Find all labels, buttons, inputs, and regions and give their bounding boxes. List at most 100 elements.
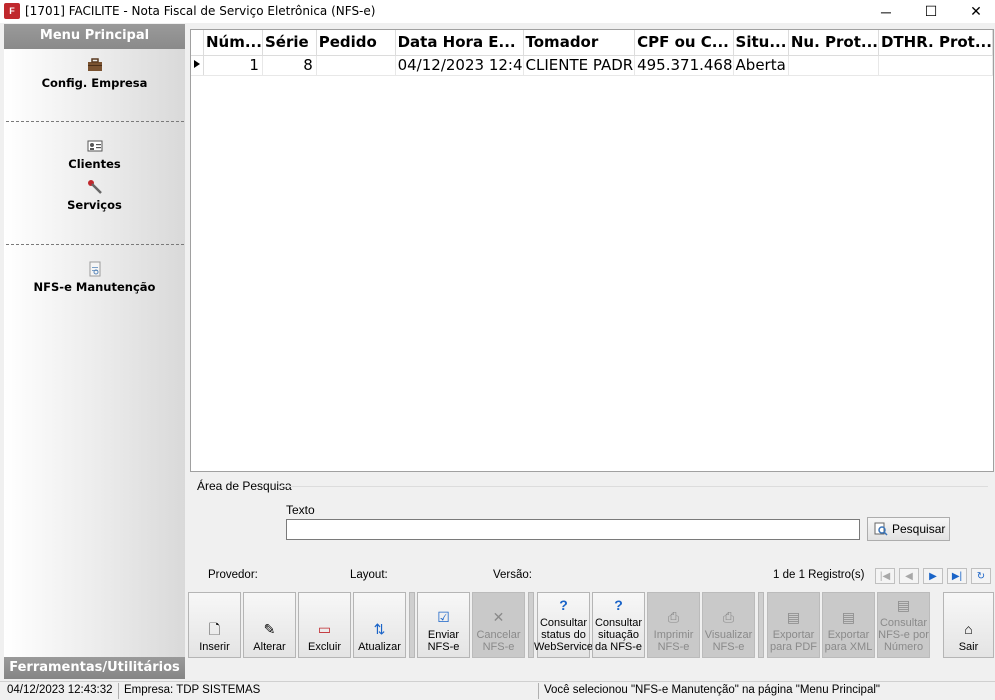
row-selector-icon <box>191 55 204 76</box>
cancelar-nfse-button[interactable]: ✕ Cancelar NFS-e <box>472 592 525 658</box>
document-icon <box>89 261 100 277</box>
status-message: Você selecionou "NFS-e Manutenção" na pá… <box>544 684 880 696</box>
first-record-icon[interactable]: |◀ <box>875 568 895 584</box>
previous-record-icon[interactable]: ◀ <box>899 568 919 584</box>
cell-dthr-prot[interactable] <box>878 55 994 76</box>
exportar-xml-label: Exportar para XML <box>824 629 873 653</box>
cell-tomador[interactable]: CLIENTE PADR <box>523 55 636 76</box>
column-header-nu-prot[interactable]: Nu. Prot... <box>788 30 879 56</box>
table-row[interactable]: 1 8 04/12/2023 12:4 CLIENTE PADR 495.371… <box>191 55 994 76</box>
sair-button[interactable]: ⌂ Sair <box>943 592 994 658</box>
search-input[interactable] <box>286 519 860 540</box>
search-icon <box>874 522 888 536</box>
maximize-button[interactable]: ☐ <box>908 0 954 23</box>
column-header-serie[interactable]: Série <box>262 30 317 56</box>
next-record-icon[interactable]: ▶ <box>923 568 943 584</box>
search-file-icon: ▤ <box>896 597 911 613</box>
visualizar-label: Visualizar NFS-e <box>704 629 753 653</box>
atualizar-button[interactable]: ⇅ Atualizar <box>353 592 406 658</box>
send-checkmark-icon: ☑ <box>437 609 450 625</box>
status-divider <box>538 683 539 699</box>
layout-label: Layout: <box>350 569 388 581</box>
action-toolbar: 🗋 Inserir ✎ Alterar ▭ Excluir ⇅ Atualiza… <box>186 590 995 660</box>
close-button[interactable]: ✕ <box>953 0 995 23</box>
last-record-icon[interactable]: ▶| <box>947 568 967 584</box>
home-icon: ⌂ <box>964 621 973 637</box>
app-icon: F <box>4 3 20 19</box>
consultar-status-button[interactable]: ? Consultar status do WebService <box>534 592 593 658</box>
edit-icon: ✎ <box>263 621 276 637</box>
sidebar-item-label: NFS-e Manutenção <box>33 280 156 294</box>
versao-label: Versão: <box>493 569 532 581</box>
column-header-dthr-prot[interactable]: DTHR. Prot... <box>878 30 994 56</box>
question-icon: ? <box>559 597 568 613</box>
status-datetime: 04/12/2023 12:43:32 <box>7 684 113 696</box>
column-header-situacao[interactable]: Situ... <box>733 30 789 56</box>
sidebar-divider <box>6 244 184 245</box>
cell-serie[interactable]: 8 <box>262 55 317 76</box>
cell-pedido[interactable] <box>316 55 396 76</box>
column-header-data-hora[interactable]: Data Hora E... <box>395 30 524 56</box>
toolbar-separator <box>758 592 764 658</box>
cell-data-hora[interactable]: 04/12/2023 12:4 <box>395 55 524 76</box>
cell-cpf[interactable]: 495.371.468 <box>634 55 734 76</box>
texto-label: Texto <box>286 503 315 517</box>
consultar-situacao-label: Consultar situação da NFS-e <box>594 617 643 653</box>
alterar-button[interactable]: ✎ Alterar <box>243 592 296 658</box>
insert-icon: 🗋 <box>208 621 221 637</box>
refresh-arrows-icon: ⇅ <box>373 621 386 637</box>
sidebar: Menu Principal Config. Empresa Clientes … <box>4 24 185 679</box>
provedor-label: Provedor: <box>208 569 258 581</box>
sidebar-item-label: Serviços <box>67 198 122 212</box>
sidebar-footer[interactable]: Ferramentas/Utilitários <box>4 657 185 679</box>
title-bar: F [1701] FACILITE - Nota Fiscal de Servi… <box>0 0 995 23</box>
window-title: [1701] FACILITE - Nota Fiscal de Serviço… <box>25 4 376 18</box>
exportar-pdf-label: Exportar para PDF <box>769 629 818 653</box>
preview-icon: ⎙ <box>722 609 735 625</box>
sidebar-item-label: Clientes <box>68 157 121 171</box>
sidebar-item-config-empresa[interactable]: Config. Empresa <box>4 57 185 90</box>
xml-file-icon: ▤ <box>841 609 856 625</box>
column-header-cpf[interactable]: CPF ou C... <box>634 30 734 56</box>
inserir-button[interactable]: 🗋 Inserir <box>188 592 241 658</box>
pesquisar-label: Pesquisar <box>892 522 946 536</box>
sidebar-item-label: Config. Empresa <box>41 76 148 90</box>
excluir-button[interactable]: ▭ Excluir <box>298 592 351 658</box>
consultar-situacao-button[interactable]: ? Consultar situação da NFS-e <box>592 592 645 658</box>
imprimir-nfse-button[interactable]: ⎙ Imprimir NFS-e <box>647 592 700 658</box>
grid-header-row: Núm... Série Pedido Data Hora E... Tomad… <box>191 30 994 56</box>
enviar-nfse-button[interactable]: ☑ Enviar NFS-e <box>417 592 470 658</box>
contact-card-icon <box>87 140 102 152</box>
visualizar-nfse-button[interactable]: ⎙ Visualizar NFS-e <box>702 592 755 658</box>
refresh-icon[interactable]: ↻ <box>971 568 991 584</box>
cell-nu-prot[interactable] <box>788 55 879 76</box>
pesquisar-button[interactable]: Pesquisar <box>867 517 950 541</box>
record-count: 1 de 1 Registro(s) <box>773 569 865 581</box>
atualizar-label: Atualizar <box>358 641 401 653</box>
search-area: Área de Pesquisa Texto Pesquisar Provedo… <box>190 474 994 584</box>
enviar-label: Enviar NFS-e <box>427 629 460 653</box>
sidebar-item-nfse-manutencao[interactable]: NFS-e Manutenção <box>4 261 185 294</box>
imprimir-label: Imprimir NFS-e <box>653 629 694 653</box>
sidebar-header[interactable]: Menu Principal <box>4 24 185 49</box>
sair-label: Sair <box>958 641 979 653</box>
column-header-tomador[interactable]: Tomador <box>523 30 636 56</box>
cell-situacao[interactable]: Aberta <box>733 55 789 76</box>
data-grid[interactable]: Núm... Série Pedido Data Hora E... Tomad… <box>190 29 994 472</box>
column-header-numero[interactable]: Núm... <box>203 30 263 56</box>
status-bar: 04/12/2023 12:43:32 Empresa: TDP SISTEMA… <box>0 681 995 700</box>
status-empresa: Empresa: TDP SISTEMAS <box>124 684 261 696</box>
consultar-numero-button[interactable]: ▤ Consultar NFS-e por Número <box>877 592 930 658</box>
minimize-button[interactable]: ─ <box>863 0 909 23</box>
cell-numero[interactable]: 1 <box>203 55 263 76</box>
sidebar-item-clientes[interactable]: Clientes <box>4 138 185 171</box>
printer-icon: ⎙ <box>667 609 680 625</box>
exportar-pdf-button[interactable]: ▤ Exportar para PDF <box>767 592 820 658</box>
alterar-label: Alterar <box>253 641 286 653</box>
consultar-numero-label: Consultar NFS-e por Número <box>878 617 929 653</box>
delete-icon: ▭ <box>317 621 332 637</box>
sidebar-item-servicos[interactable]: Serviços <box>4 179 185 212</box>
grid-indicator-header <box>191 30 204 56</box>
exportar-xml-button[interactable]: ▤ Exportar para XML <box>822 592 875 658</box>
column-header-pedido[interactable]: Pedido <box>316 30 396 56</box>
